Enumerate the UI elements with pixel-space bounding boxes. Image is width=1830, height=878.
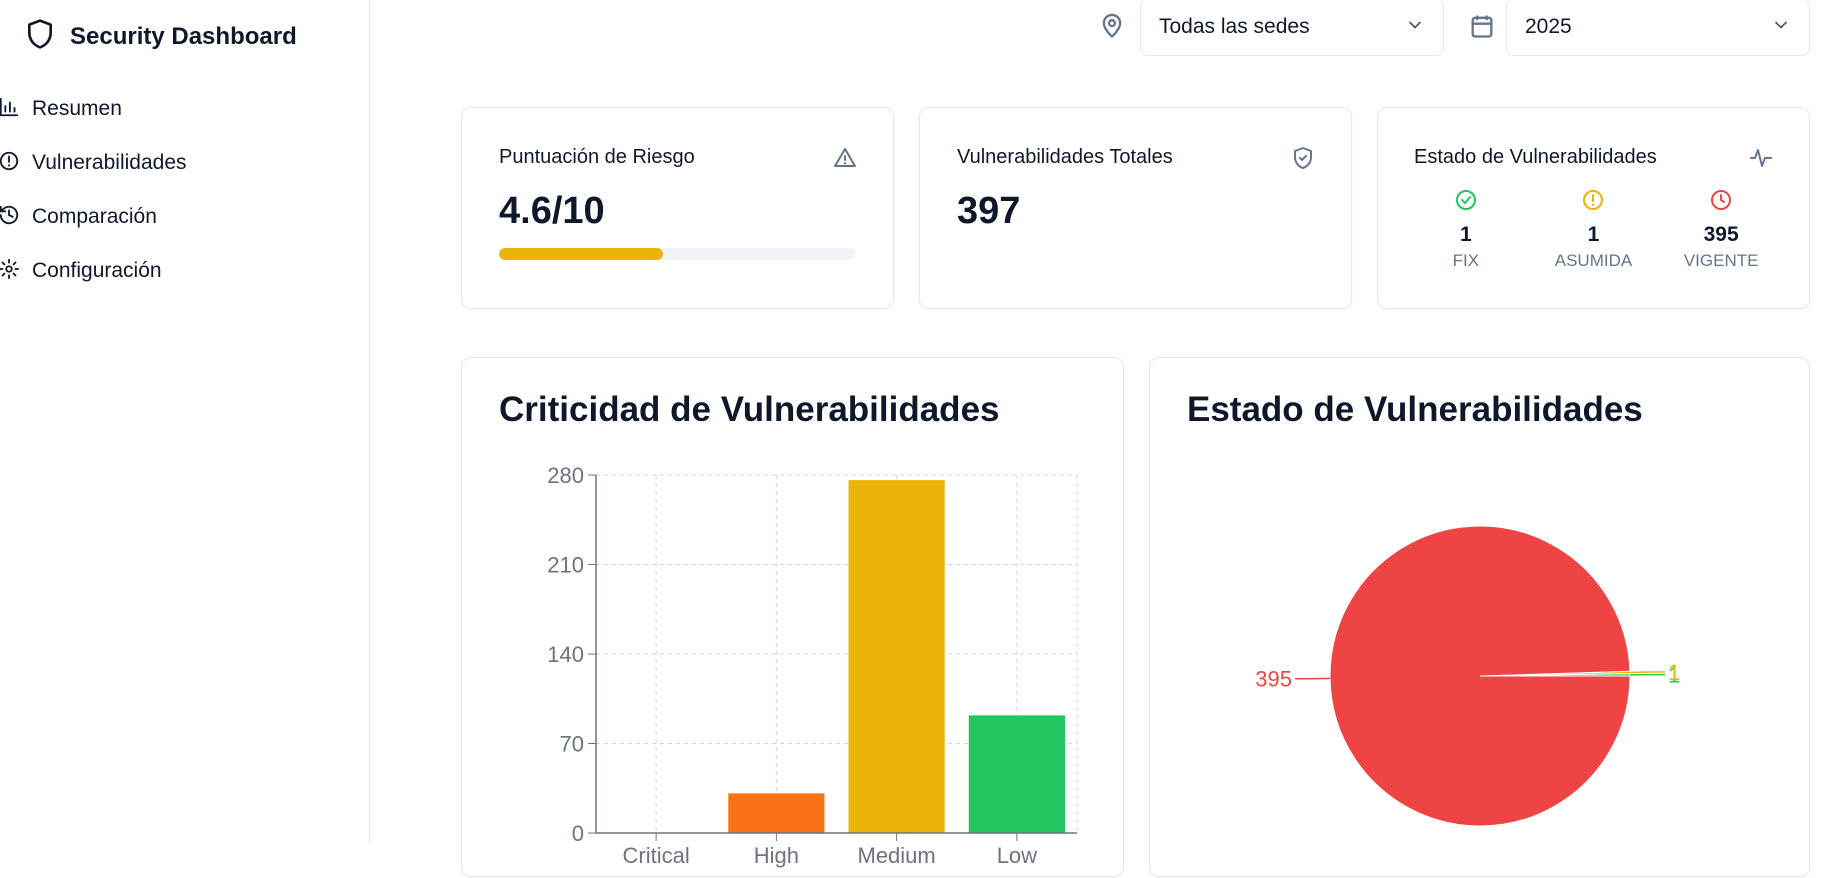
total-vulnerabilities-title: Vulnerabilidades Totales [957, 146, 1173, 169]
criticality-chart-card: Criticidad de Vulnerabilidades 070140210… [461, 357, 1124, 877]
y-tick-label: 280 [547, 463, 584, 488]
risk-score-card: Puntuación de Riesgo 4.6/10 [461, 107, 894, 309]
risk-progress-bar [499, 248, 855, 260]
y-tick-label: 210 [547, 553, 584, 578]
sidebar: Security Dashboard Resumen Vulnerabilida… [0, 0, 370, 842]
map-pin-icon [1098, 12, 1126, 40]
check-circle-icon [1454, 188, 1478, 217]
status-count: 395 [1704, 223, 1739, 247]
status-asumida: 1 ASUMIDA [1538, 188, 1648, 271]
bar-low[interactable] [969, 715, 1065, 833]
history-icon [0, 204, 20, 231]
status-summary: 1 FIX 1 ASUMIDA 395 VIGENTE [1402, 188, 1785, 271]
app-title: Security Dashboard [70, 23, 297, 51]
vulnerability-status-card: Estado de Vulnerabilidades 1 FIX 1 ASUMI… [1377, 107, 1810, 309]
sidebar-nav: Resumen Vulnerabilidades Comparación Con… [0, 82, 187, 298]
status-label: VIGENTE [1684, 251, 1759, 271]
bar-medium[interactable] [849, 480, 945, 833]
location-select[interactable]: Todas las sedes [1140, 0, 1444, 56]
chevron-down-icon [1405, 15, 1425, 40]
status-label: ASUMIDA [1555, 251, 1632, 271]
gear-icon [0, 258, 20, 285]
status-vigente: 395 VIGENTE [1666, 188, 1776, 271]
status-count: 1 [1588, 223, 1600, 247]
x-tick-label: Low [997, 843, 1037, 868]
pie-slice-vigente[interactable] [1330, 526, 1630, 826]
pie-data-label: 395 [1255, 667, 1292, 692]
y-tick-label: 70 [560, 732, 584, 757]
risk-progress-fill [499, 248, 663, 260]
sidebar-item-label: Comparación [32, 205, 157, 229]
y-tick-label: 140 [547, 642, 584, 667]
calendar-icon [1468, 12, 1496, 40]
year-select[interactable]: 2025 [1506, 0, 1810, 56]
shield-icon [24, 16, 56, 57]
year-select-value: 2025 [1525, 15, 1572, 39]
bar-chart-icon [0, 96, 20, 123]
sidebar-item-label: Configuración [32, 259, 162, 283]
sidebar-item-resumen[interactable]: Resumen [0, 82, 187, 136]
vulnerability-status-title: Estado de Vulnerabilidades [1414, 146, 1657, 169]
status-chart-card: Estado de Vulnerabilidades 11395 [1149, 357, 1810, 877]
x-tick-label: Medium [858, 843, 936, 868]
shield-check-icon [1291, 146, 1315, 170]
bar-high[interactable] [728, 793, 824, 833]
brand: Security Dashboard [24, 16, 297, 57]
sidebar-item-comparacion[interactable]: Comparación [0, 190, 187, 244]
risk-score-title: Puntuación de Riesgo [499, 146, 695, 169]
y-tick-label: 0 [572, 821, 584, 846]
status-label: FIX [1453, 251, 1479, 271]
status-pie-chart: 11395 [1150, 358, 1811, 878]
alert-circle-icon [0, 150, 20, 177]
filter-bar: Todas las sedes 2025 [370, 0, 1830, 70]
sidebar-item-configuracion[interactable]: Configuración [0, 244, 187, 298]
x-tick-label: High [754, 843, 799, 868]
x-tick-label: Critical [623, 843, 690, 868]
status-fix: 1 FIX [1411, 188, 1521, 271]
criticality-bar-chart: 0 70 140 210 280 Critical High Medium Low [462, 358, 1125, 878]
chevron-down-icon [1771, 15, 1791, 40]
pie-data-label: 1 [1668, 660, 1680, 685]
total-vulnerabilities-value: 397 [957, 190, 1020, 233]
sidebar-item-label: Resumen [32, 97, 122, 121]
total-vulnerabilities-card: Vulnerabilidades Totales 397 [919, 107, 1352, 309]
clock-icon [1709, 188, 1733, 217]
risk-score-value: 4.6/10 [499, 190, 605, 233]
status-count: 1 [1460, 223, 1472, 247]
warning-triangle-icon [833, 146, 857, 170]
sidebar-item-vulnerabilidades[interactable]: Vulnerabilidades [0, 136, 187, 190]
activity-icon [1749, 146, 1773, 170]
sidebar-item-label: Vulnerabilidades [32, 151, 187, 175]
alert-circle-icon [1581, 188, 1605, 217]
location-select-value: Todas las sedes [1159, 15, 1310, 39]
